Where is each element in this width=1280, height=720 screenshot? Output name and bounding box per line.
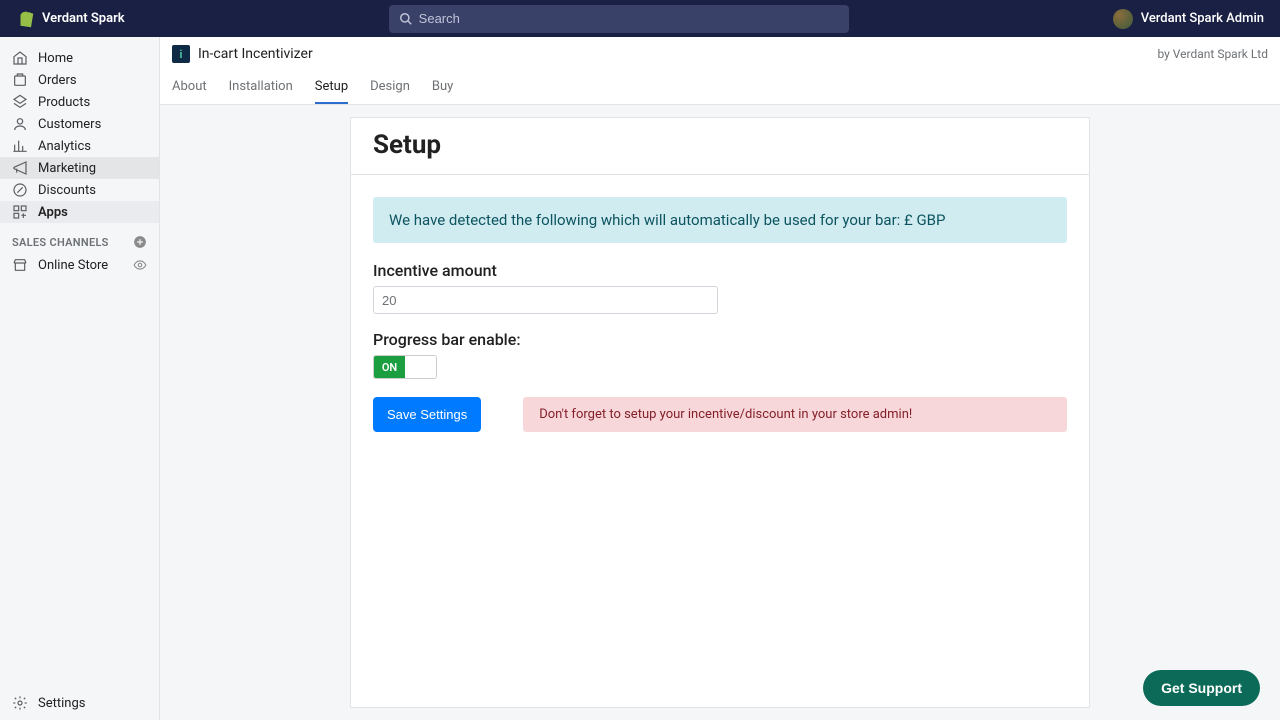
sidebar-item-label: Products xyxy=(38,95,90,110)
progress-toggle[interactable]: ON xyxy=(373,355,437,379)
tab-installation[interactable]: Installation xyxy=(229,71,293,104)
gear-icon xyxy=(12,695,28,711)
tab-about[interactable]: About xyxy=(172,71,207,104)
page-heading: Setup xyxy=(373,130,1067,160)
apps-icon xyxy=(12,204,28,220)
sidebar-item-discounts[interactable]: Discounts xyxy=(0,179,159,201)
info-banner: We have detected the following which wil… xyxy=(373,197,1067,243)
store-name[interactable]: Verdant Spark xyxy=(42,11,125,26)
sidebar-item-customers[interactable]: Customers xyxy=(0,113,159,135)
save-button[interactable]: Save Settings xyxy=(373,397,481,432)
sidebar-section-channels: SALES CHANNELS xyxy=(0,223,159,253)
sidebar: Home Orders Products Customers Analytics… xyxy=(0,37,160,720)
sidebar-item-label: Orders xyxy=(38,73,77,88)
tab-design[interactable]: Design xyxy=(370,71,410,104)
app-tabs: About Installation Setup Design Buy xyxy=(172,71,1268,104)
app-vendor: by Verdant Spark Ltd xyxy=(1157,47,1268,61)
discounts-icon xyxy=(12,182,28,198)
progress-label: Progress bar enable: xyxy=(373,330,1067,349)
tab-setup[interactable]: Setup xyxy=(315,71,348,104)
shopify-logo-icon xyxy=(16,10,34,28)
analytics-icon xyxy=(12,138,28,154)
avatar[interactable] xyxy=(1113,9,1133,29)
sidebar-item-label: Discounts xyxy=(38,183,96,198)
app-header: i In-cart Incentivizer by Verdant Spark … xyxy=(160,37,1280,105)
sidebar-item-analytics[interactable]: Analytics xyxy=(0,135,159,157)
admin-name: Verdant Spark Admin xyxy=(1141,11,1264,26)
marketing-icon xyxy=(12,160,28,176)
sidebar-item-label: Customers xyxy=(38,117,101,132)
sidebar-item-label: Settings xyxy=(38,696,85,711)
search-input[interactable] xyxy=(419,11,839,26)
warn-banner: Don't forget to setup your incentive/dis… xyxy=(523,397,1067,432)
search-icon xyxy=(399,12,413,26)
sidebar-item-settings[interactable]: Settings xyxy=(0,692,159,714)
app-title: In-cart Incentivizer xyxy=(198,46,313,62)
toggle-on-label: ON xyxy=(374,356,405,378)
main: i In-cart Incentivizer by Verdant Spark … xyxy=(160,37,1280,720)
sidebar-item-apps[interactable]: Apps xyxy=(0,201,159,223)
sidebar-item-orders[interactable]: Orders xyxy=(0,69,159,91)
sidebar-item-home[interactable]: Home xyxy=(0,47,159,69)
eye-icon[interactable] xyxy=(133,258,147,272)
sidebar-item-products[interactable]: Products xyxy=(0,91,159,113)
toggle-handle xyxy=(405,356,436,378)
sidebar-channel-online-store[interactable]: Online Store xyxy=(0,253,159,277)
search-box[interactable] xyxy=(389,5,849,33)
sidebar-item-label: Home xyxy=(38,51,73,66)
sidebar-item-label: Analytics xyxy=(38,139,91,154)
incentive-amount-input[interactable] xyxy=(373,286,718,314)
topbar-right[interactable]: Verdant Spark Admin xyxy=(1113,9,1264,29)
setup-card: Setup We have detected the following whi… xyxy=(350,117,1090,708)
add-channel-icon[interactable] xyxy=(133,235,147,249)
sidebar-item-label: Marketing xyxy=(38,161,96,176)
sidebar-item-label: Apps xyxy=(38,205,68,220)
orders-icon xyxy=(12,72,28,88)
tab-buy[interactable]: Buy xyxy=(432,71,453,104)
products-icon xyxy=(12,94,28,110)
get-support-button[interactable]: Get Support xyxy=(1143,670,1260,706)
home-icon xyxy=(12,50,28,66)
app-icon: i xyxy=(172,45,190,63)
sidebar-item-marketing[interactable]: Marketing xyxy=(0,157,159,179)
topbar: Verdant Spark Verdant Spark Admin xyxy=(0,0,1280,37)
amount-label: Incentive amount xyxy=(373,261,1067,280)
topbar-left: Verdant Spark xyxy=(16,10,125,28)
store-icon xyxy=(12,257,28,273)
customers-icon xyxy=(12,116,28,132)
